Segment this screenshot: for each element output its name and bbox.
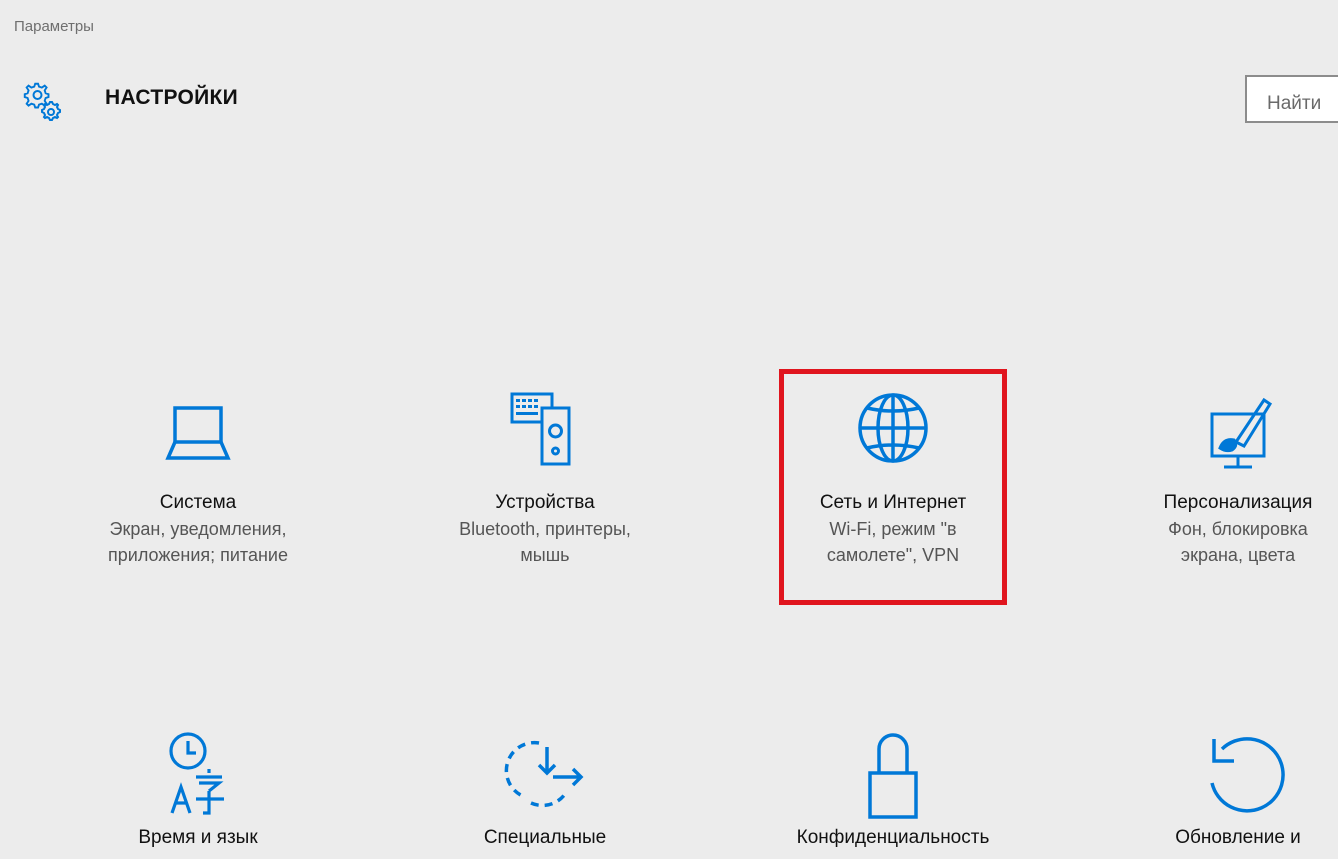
tile-name: Время и язык — [138, 827, 258, 848]
time-language-icon — [169, 732, 224, 815]
ease-of-access-icon — [504, 740, 584, 808]
tile-name: Персонализация — [1163, 492, 1313, 513]
lock-icon — [868, 733, 918, 819]
gear-icon — [23, 82, 61, 121]
tile-name: Устройства — [495, 492, 595, 513]
tile-name: Система — [159, 492, 237, 513]
tile-personalization[interactable]: Персонализация Фон, блокировка экрана, ц… — [1078, 390, 1338, 568]
tile-update-security[interactable]: Обновление и — [1078, 725, 1338, 851]
tile-name: Специальные — [483, 827, 607, 848]
page-title: НАСТРОЙКИ — [105, 86, 239, 109]
highlight-frame — [779, 369, 1007, 605]
laptop-icon — [165, 406, 231, 460]
tile-desc: Фон, блокировка экрана, цвета — [1168, 519, 1308, 565]
tile-ease-of-access[interactable]: Специальные — [385, 725, 705, 851]
update-icon — [1210, 737, 1285, 813]
tile-desc: Bluetooth, принтеры, мышь — [459, 519, 631, 565]
window-title: Параметры — [14, 18, 94, 35]
tile-privacy[interactable]: Конфиденциальность — [733, 725, 1053, 851]
tile-system[interactable]: Система Экран, уведомления, приложения; … — [38, 390, 358, 568]
tile-name: Обновление и — [1175, 827, 1301, 848]
tile-devices[interactable]: Устройства Bluetooth, принтеры, мышь — [385, 390, 705, 568]
tile-desc: Экран, уведомления, приложения; питание — [108, 519, 288, 565]
tile-name: Конфиденциальность — [796, 827, 990, 848]
tile-time-language[interactable]: Время и язык — [38, 725, 358, 851]
search-input[interactable] — [1245, 75, 1338, 123]
devices-icon — [510, 392, 571, 466]
personalization-icon — [1210, 397, 1273, 469]
settings-window: Параметры НАСТРОЙКИ Система Экран, уведо… — [0, 0, 1338, 859]
